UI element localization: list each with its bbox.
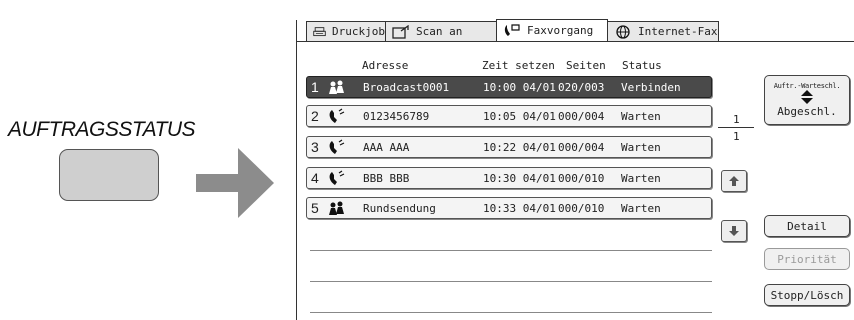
empty-row xyxy=(310,281,712,282)
job-time: 10:00 04/01 xyxy=(483,81,556,94)
job-pages: 000/004 xyxy=(558,110,605,123)
scroll-up-button[interactable] xyxy=(721,170,747,192)
job-pages: 000/010 xyxy=(558,172,605,185)
printer-icon xyxy=(313,26,326,36)
broadcast-icon xyxy=(329,80,344,94)
arrow-right-icon xyxy=(196,148,274,218)
broadcast-icon xyxy=(329,201,344,215)
job-row[interactable]: 5 Rundsendung 10:33 04/01 000/010 Warten xyxy=(306,197,712,219)
job-row[interactable]: 4 BBB BBB 10:30 04/01 000/010 Warten xyxy=(306,167,712,189)
job-number: 1 xyxy=(311,79,319,95)
tab-label: Scan an xyxy=(416,25,463,38)
job-status: Warten xyxy=(621,141,661,154)
tab-print-job[interactable]: Druckjob xyxy=(306,21,386,41)
job-status-key-label: AUFTRAGSSTATUS xyxy=(8,118,196,141)
job-row[interactable]: 3 AAA AAA 10:22 04/01 000/004 Warten xyxy=(306,136,712,158)
column-header-time: Zeit setzen xyxy=(482,59,555,72)
job-time: 10:33 04/01 xyxy=(483,202,556,215)
tab-label: Internet-Fax xyxy=(638,25,718,38)
job-number: 3 xyxy=(311,139,319,155)
empty-row xyxy=(310,312,712,313)
job-number: 2 xyxy=(311,108,319,124)
tab-divider xyxy=(296,41,854,42)
tab-scan-to[interactable]: Scan an xyxy=(385,21,497,41)
queue-toggle-button[interactable]: Auftr.-Warteschl. Abgeschl. xyxy=(764,75,850,125)
tab-bar: Druckjob Scan an Faxvorgang Internet-Fax xyxy=(306,19,719,41)
phone-icon xyxy=(329,139,345,154)
empty-row xyxy=(310,250,712,251)
job-pages: 000/010 xyxy=(558,202,605,215)
phone-icon xyxy=(329,170,345,185)
queue-label: Auftr.-Warteschl. xyxy=(773,82,841,90)
arrow-up-icon xyxy=(729,176,739,186)
tab-fax-job[interactable]: Faxvorgang xyxy=(496,19,608,41)
job-address: 0123456789 xyxy=(363,110,430,123)
job-address: BBB BBB xyxy=(363,172,410,185)
tab-label: Druckjob xyxy=(332,25,385,38)
phone-icon xyxy=(329,108,345,123)
column-header-pages: Seiten xyxy=(566,59,606,72)
scroll-down-button[interactable] xyxy=(721,220,747,242)
scan-icon xyxy=(392,24,409,39)
job-row[interactable]: 1 Broadcast0001 10:00 04/01 020/003 Verb… xyxy=(306,76,712,98)
column-header-status: Status xyxy=(622,59,662,72)
page-divider xyxy=(718,127,754,128)
job-number: 5 xyxy=(311,200,319,216)
job-time: 10:22 04/01 xyxy=(483,141,556,154)
job-address: Rundsendung xyxy=(363,202,436,215)
job-status-key[interactable] xyxy=(59,149,159,201)
job-address: Broadcast0001 xyxy=(363,81,450,94)
job-status: Verbinden xyxy=(621,81,681,94)
job-status: Warten xyxy=(621,172,661,185)
page-current: 1 xyxy=(733,113,740,126)
job-status: Warten xyxy=(621,110,661,123)
stop-delete-button[interactable]: Stopp/Lösch xyxy=(764,284,850,306)
completed-label: Abgeschl. xyxy=(777,105,837,118)
column-header-address: Adresse xyxy=(362,59,409,72)
fax-phone-icon xyxy=(504,23,520,36)
job-status: Warten xyxy=(621,202,661,215)
job-pages: 000/004 xyxy=(558,141,605,154)
job-time: 10:05 04/01 xyxy=(483,110,556,123)
page-total: 1 xyxy=(733,130,740,143)
tab-internet-fax[interactable]: Internet-Fax xyxy=(607,21,719,41)
job-number: 4 xyxy=(311,170,319,186)
job-pages: 020/003 xyxy=(558,81,605,94)
job-row[interactable]: 2 0123456789 10:05 04/01 000/004 Warten xyxy=(306,105,712,127)
job-address: AAA AAA xyxy=(363,141,410,154)
internet-fax-icon xyxy=(616,24,630,39)
priority-button[interactable]: Priorität xyxy=(764,248,850,270)
tab-label: Faxvorgang xyxy=(527,24,594,37)
toggle-arrows-icon xyxy=(801,90,813,104)
job-time: 10:30 04/01 xyxy=(483,172,556,185)
arrow-down-icon xyxy=(729,226,739,236)
detail-button[interactable]: Detail xyxy=(764,215,850,237)
